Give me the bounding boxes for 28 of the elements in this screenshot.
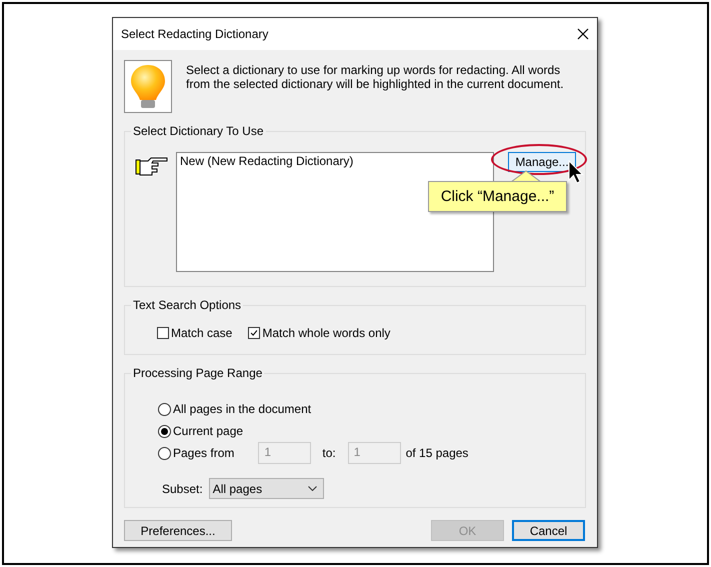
pointing-hand-icon [135, 157, 169, 177]
subset-dropdown[interactable]: All pages [208, 478, 324, 499]
page-count-label: of 15 pages [406, 446, 468, 460]
lightbulb-icon [124, 60, 172, 113]
to-label: to: [322, 446, 336, 460]
window-title: Select Redacting Dictionary [121, 27, 268, 41]
cursor-icon [568, 160, 584, 185]
checkbox-label: Match case [171, 326, 232, 340]
chevron-down-icon [308, 486, 317, 491]
group-title: Processing Page Range [131, 366, 264, 381]
radio-label: Pages from [173, 446, 234, 460]
group-title: Select Dictionary To Use [131, 124, 266, 139]
radio-button[interactable] [158, 402, 171, 416]
checkbox[interactable] [248, 327, 260, 339]
dictionary-item[interactable]: New (New Redacting Dictionary) [179, 154, 491, 168]
checkbox[interactable] [157, 327, 169, 339]
radio-label: Current page [173, 424, 244, 438]
close-icon[interactable] [577, 28, 589, 40]
dialog-button[interactable]: Preferences... [124, 520, 232, 541]
radio-label: All pages in the document [173, 402, 312, 416]
subset-label: Subset: [162, 482, 203, 496]
radio-button[interactable] [158, 424, 171, 438]
manage-button[interactable]: Manage... [508, 152, 576, 172]
checkbox-label: Match whole words only [262, 326, 390, 340]
radio-button[interactable] [158, 446, 171, 460]
dialog-button[interactable]: Cancel [512, 520, 585, 541]
group-title: Text Search Options [131, 298, 244, 313]
description-text: Select a dictionary to use for marking up words for redacting. All words from the selected dictionary will be highlighted in the current document. [186, 63, 565, 91]
